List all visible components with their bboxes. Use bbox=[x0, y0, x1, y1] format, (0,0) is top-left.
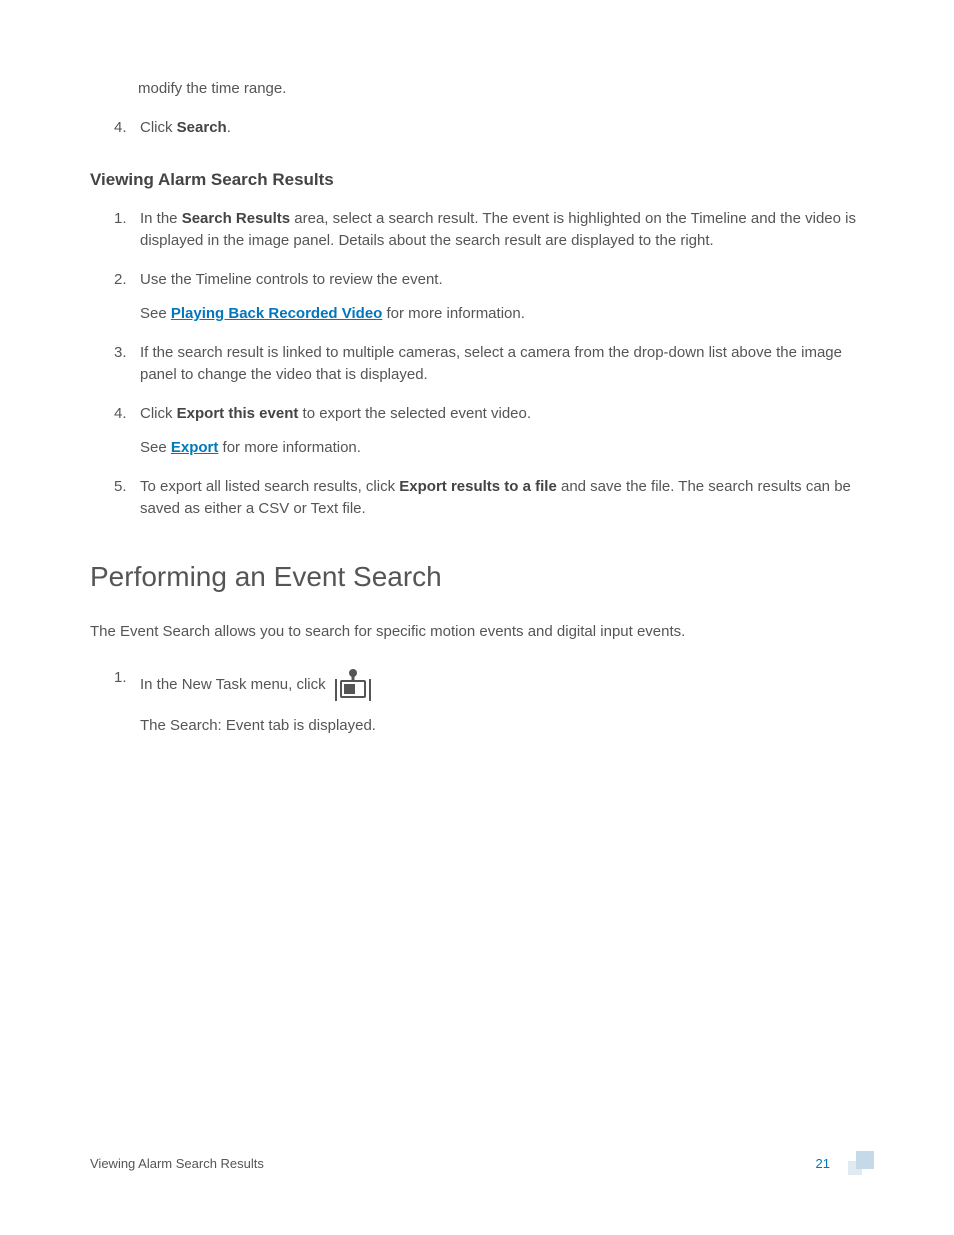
continued-list: Click Search. bbox=[90, 117, 864, 140]
text: In the New Task menu, click bbox=[140, 676, 326, 693]
list-item: Click Export this event to export the se… bbox=[136, 403, 864, 460]
viewing-results-list: In the Search Results area, select a sea… bbox=[90, 208, 864, 521]
text: See bbox=[140, 439, 171, 456]
list-item: In the New Task menu, click The Search: … bbox=[136, 667, 864, 738]
bold-text: Search Results bbox=[182, 210, 290, 227]
list-item: In the Search Results area, select a sea… bbox=[136, 208, 864, 253]
list-item: If the search result is linked to multip… bbox=[136, 342, 864, 387]
event-search-icon bbox=[332, 667, 374, 703]
footer-section-title: Viewing Alarm Search Results bbox=[90, 1156, 264, 1171]
list-item: Use the Timeline controls to review the … bbox=[136, 269, 864, 326]
link-playing-back-video[interactable]: Playing Back Recorded Video bbox=[171, 305, 382, 322]
text: To export all listed search results, cli… bbox=[140, 478, 399, 495]
event-search-list: In the New Task menu, click The Search: … bbox=[90, 667, 864, 738]
event-search-intro: The Event Search allows you to search fo… bbox=[90, 621, 864, 644]
footer-decoration-icon bbox=[842, 1151, 874, 1175]
heading-viewing-results: Viewing Alarm Search Results bbox=[90, 170, 864, 190]
list-item: To export all listed search results, cli… bbox=[136, 476, 864, 521]
page-footer: Viewing Alarm Search Results 21 bbox=[90, 1151, 874, 1175]
continued-paragraph: modify the time range. bbox=[138, 80, 864, 97]
list-item: Click Search. bbox=[136, 117, 864, 140]
text: Use the Timeline controls to review the … bbox=[140, 271, 443, 288]
text: The Search: Event tab is displayed. bbox=[140, 715, 864, 738]
bold-text: Export this event bbox=[177, 405, 299, 422]
text: In the bbox=[140, 210, 182, 227]
text: See bbox=[140, 305, 171, 322]
text: to export the selected event video. bbox=[298, 405, 531, 422]
bold-text: Search bbox=[177, 119, 227, 136]
link-export[interactable]: Export bbox=[171, 439, 219, 456]
text: If the search result is linked to multip… bbox=[140, 344, 842, 384]
heading-performing-event-search: Performing an Event Search bbox=[90, 561, 864, 593]
text: for more information. bbox=[382, 305, 525, 322]
page-number: 21 bbox=[816, 1156, 830, 1171]
text: . bbox=[227, 119, 231, 136]
text: Click bbox=[140, 405, 177, 422]
text: for more information. bbox=[218, 439, 361, 456]
text: Click bbox=[140, 119, 177, 136]
bold-text: Export results to a file bbox=[399, 478, 557, 495]
